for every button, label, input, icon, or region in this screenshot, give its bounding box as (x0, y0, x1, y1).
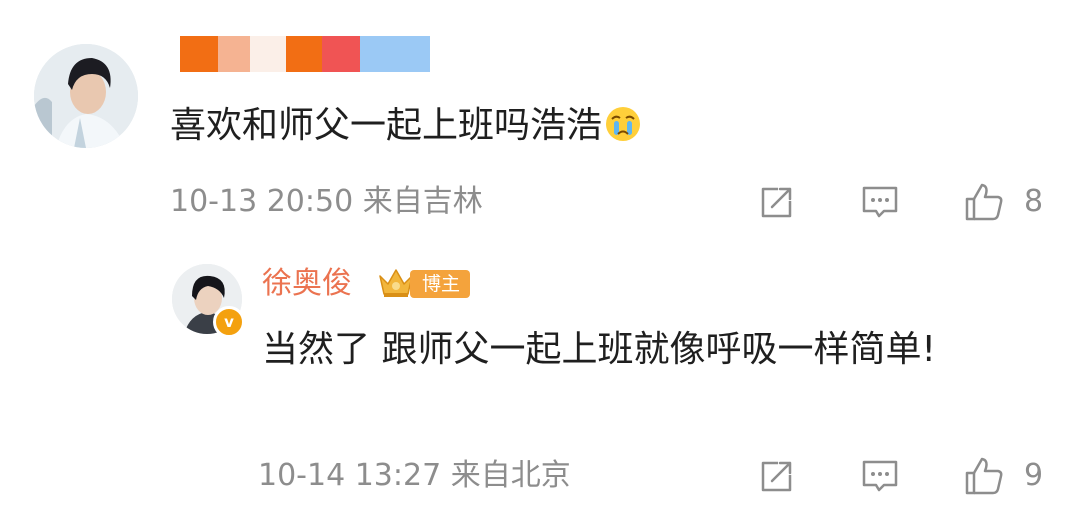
share-icon (761, 461, 792, 492)
reply-comment-button[interactable] (860, 456, 900, 500)
verified-icon: v (213, 306, 245, 338)
replier-username[interactable]: 徐奥俊 (262, 264, 352, 304)
comment-like-button[interactable] (962, 180, 1006, 228)
reply-time: 10-14 13:27 (258, 458, 442, 493)
reply-location: 来自北京 (450, 458, 571, 493)
crying-face-emoji-icon (604, 105, 642, 154)
like-icon (965, 457, 1003, 495)
comment-body: 喜欢和师父一起上班吗浩浩 (170, 104, 642, 154)
comment-location: 来自吉林 (362, 184, 483, 219)
share-icon (761, 187, 792, 218)
like-icon (965, 183, 1003, 221)
comment-icon (862, 186, 898, 218)
reply-like-button[interactable] (962, 454, 1006, 502)
reply-text: 当然了 跟师父一起上班就像呼吸一样简单! (262, 329, 936, 370)
commenter-username-redacted[interactable] (180, 36, 430, 72)
comment-text: 喜欢和师父一起上班吗浩浩 (170, 105, 603, 146)
reply-share-button[interactable] (756, 456, 796, 500)
comment-like-count: 8 (1024, 184, 1044, 219)
comment-time: 10-13 20:50 (170, 184, 354, 219)
blogger-badge: 博主 (410, 270, 471, 298)
reply-like-count: 9 (1024, 458, 1044, 493)
comment-icon (862, 460, 898, 492)
comment-meta: 10-13 20:50 来自吉林 (170, 184, 483, 220)
comment-reply-button[interactable] (860, 182, 900, 226)
reply-meta: 10-14 13:27 来自北京 (258, 458, 571, 494)
comment-share-button[interactable] (756, 182, 796, 226)
commenter-avatar[interactable] (34, 44, 138, 148)
